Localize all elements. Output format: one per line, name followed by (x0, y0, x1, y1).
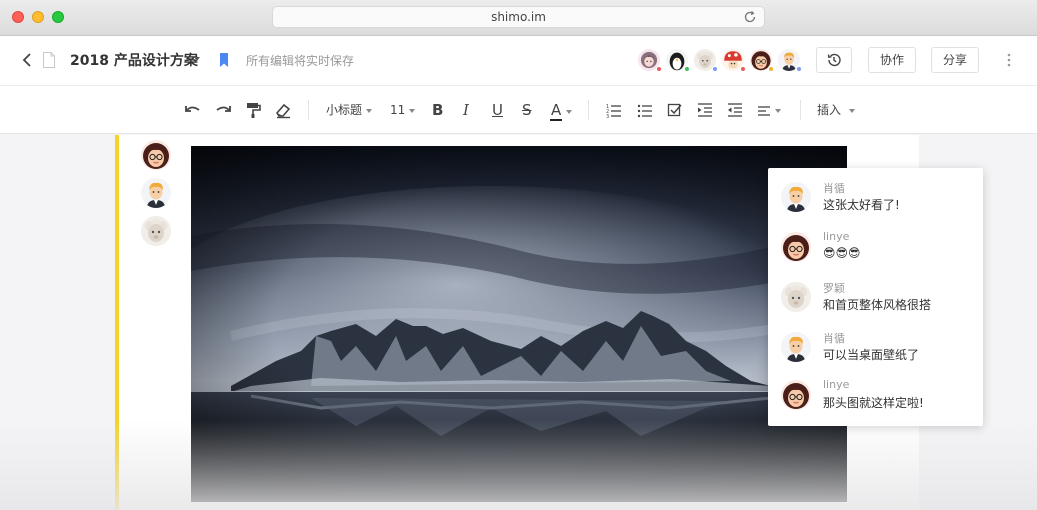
comment-author-avatar (781, 182, 811, 212)
save-status-text: 所有编辑将实时保存 (246, 54, 355, 68)
address-bar[interactable]: shimo.im (272, 6, 765, 28)
insert-dropdown[interactable]: 插入 (817, 100, 856, 120)
ordered-list-icon: 1 2 3 (606, 104, 621, 120)
document-header: 2018 产品设计方案 所有编辑将实时保存 协作 分享 (0, 36, 1037, 86)
reload-icon[interactable] (743, 10, 757, 24)
online-status-dot (656, 66, 662, 72)
comment-author: 肖循 (823, 332, 845, 345)
comment-item[interactable]: 肖循 这张太好看了! (768, 178, 983, 226)
document-file-icon (43, 52, 55, 68)
collaborator-avatar[interactable] (666, 49, 690, 72)
comment-author-avatar (781, 282, 811, 312)
comment-item[interactable]: linye 😎😎😎 (768, 228, 983, 276)
chevron-down-icon (775, 108, 781, 113)
font-color-letter: A (550, 101, 563, 121)
align-dropdown[interactable] (757, 100, 781, 120)
comment-item[interactable]: linye 那头图就这样定啦! (768, 376, 983, 424)
collaborator-avatar[interactable] (638, 49, 662, 72)
bullet-list-icon (637, 104, 652, 118)
format-painter-button[interactable] (244, 100, 262, 120)
collaborator-avatar[interactable] (750, 49, 774, 72)
strikethrough-button[interactable]: S (522, 100, 532, 120)
comment-author: linye (823, 378, 850, 391)
comment-author: 肖循 (823, 182, 845, 195)
browser-chrome: shimo.im (0, 0, 1037, 36)
online-status-dot (684, 66, 690, 72)
collaborator-avatar[interactable] (694, 49, 718, 72)
comment-author: linye (823, 230, 850, 243)
ordered-list-button[interactable]: 1 2 3 (606, 100, 622, 120)
comment-text: 那头图就这样定啦! (823, 396, 924, 410)
collaborator-avatar[interactable] (722, 49, 746, 72)
toolbar-divider (800, 100, 801, 120)
heading-style-value: 小标题 (326, 103, 363, 117)
chevron-down-icon (849, 108, 856, 113)
heading-style-dropdown[interactable]: 小标题 (326, 100, 373, 120)
online-status-dot (740, 66, 746, 72)
history-button[interactable] (816, 47, 852, 73)
share-button[interactable]: 分享 (931, 47, 979, 73)
online-status-dot (796, 66, 802, 72)
bookmark-icon[interactable] (219, 53, 229, 67)
toolbar-divider (308, 100, 309, 120)
bullet-list-button[interactable] (637, 100, 653, 120)
clear-format-button[interactable] (274, 100, 292, 120)
undo-icon (185, 106, 200, 112)
back-arrow-icon[interactable] (20, 51, 34, 69)
toolbar-divider (588, 100, 589, 120)
commenter-avatar[interactable] (141, 178, 171, 208)
comment-text: 这张太好看了! (823, 198, 900, 212)
section-highlight-bar (115, 135, 119, 510)
outdent-button[interactable] (727, 100, 743, 120)
chevron-down-icon (409, 108, 416, 113)
comment-author: 罗颖 (823, 282, 845, 295)
mountain-landscape-image[interactable] (191, 146, 847, 502)
comment-item[interactable]: 肖循 可以当桌面壁纸了 (768, 328, 983, 376)
paint-format-icon (247, 103, 261, 118)
align-left-icon (758, 105, 770, 116)
document-title[interactable]: 2018 产品设计方案 (70, 50, 198, 70)
underline-button[interactable]: U (492, 100, 503, 120)
comment-author-avatar (781, 380, 811, 410)
title-dropdown-icon[interactable] (194, 57, 200, 61)
redo-icon (216, 106, 231, 112)
address-url: shimo.im (491, 10, 546, 24)
font-color-dropdown[interactable]: A (550, 100, 573, 121)
close-window-button[interactable] (12, 11, 24, 23)
chevron-down-icon (566, 109, 573, 114)
collaborate-button[interactable]: 协作 (868, 47, 916, 73)
font-size-value: 11 (390, 103, 406, 117)
eraser-icon (275, 103, 291, 119)
comment-author-avatar (781, 332, 811, 362)
indent-icon (698, 103, 712, 117)
italic-button[interactable]: I (463, 100, 469, 120)
commenter-avatar[interactable] (141, 140, 171, 170)
redo-button[interactable] (213, 100, 233, 120)
online-status-dot (712, 66, 718, 72)
more-options-icon[interactable] (1004, 51, 1014, 69)
formatting-toolbar: 小标题 11 B I U S A 1 2 3 插入 (0, 86, 1037, 134)
indent-button[interactable] (697, 100, 713, 120)
comments-panel: 肖循 这张太好看了! linye 😎😎😎 罗颖 和首页整体风格很搭 肖循 可以当… (768, 168, 983, 426)
comment-text: 可以当桌面壁纸了 (823, 348, 920, 362)
minimize-window-button[interactable] (32, 11, 44, 23)
outdent-icon (728, 103, 742, 117)
comment-text: 😎😎😎 (823, 246, 861, 260)
checkbox-icon (667, 103, 682, 117)
collaborator-avatar[interactable] (778, 49, 802, 72)
svg-text:3: 3 (606, 114, 609, 120)
chevron-down-icon (366, 108, 373, 113)
comment-author-avatar (781, 232, 811, 262)
history-clock-icon (827, 53, 841, 67)
comment-item[interactable]: 罗颖 和首页整体风格很搭 (768, 278, 983, 326)
checklist-button[interactable] (667, 100, 683, 120)
zoom-window-button[interactable] (52, 11, 64, 23)
insert-label: 插入 (817, 103, 842, 117)
bold-button[interactable]: B (432, 100, 443, 120)
commenter-avatar[interactable] (141, 216, 171, 246)
online-status-dot (768, 66, 774, 72)
font-size-dropdown[interactable]: 11 (390, 100, 416, 120)
undo-button[interactable] (183, 100, 203, 120)
comment-text: 和首页整体风格很搭 (823, 298, 932, 312)
